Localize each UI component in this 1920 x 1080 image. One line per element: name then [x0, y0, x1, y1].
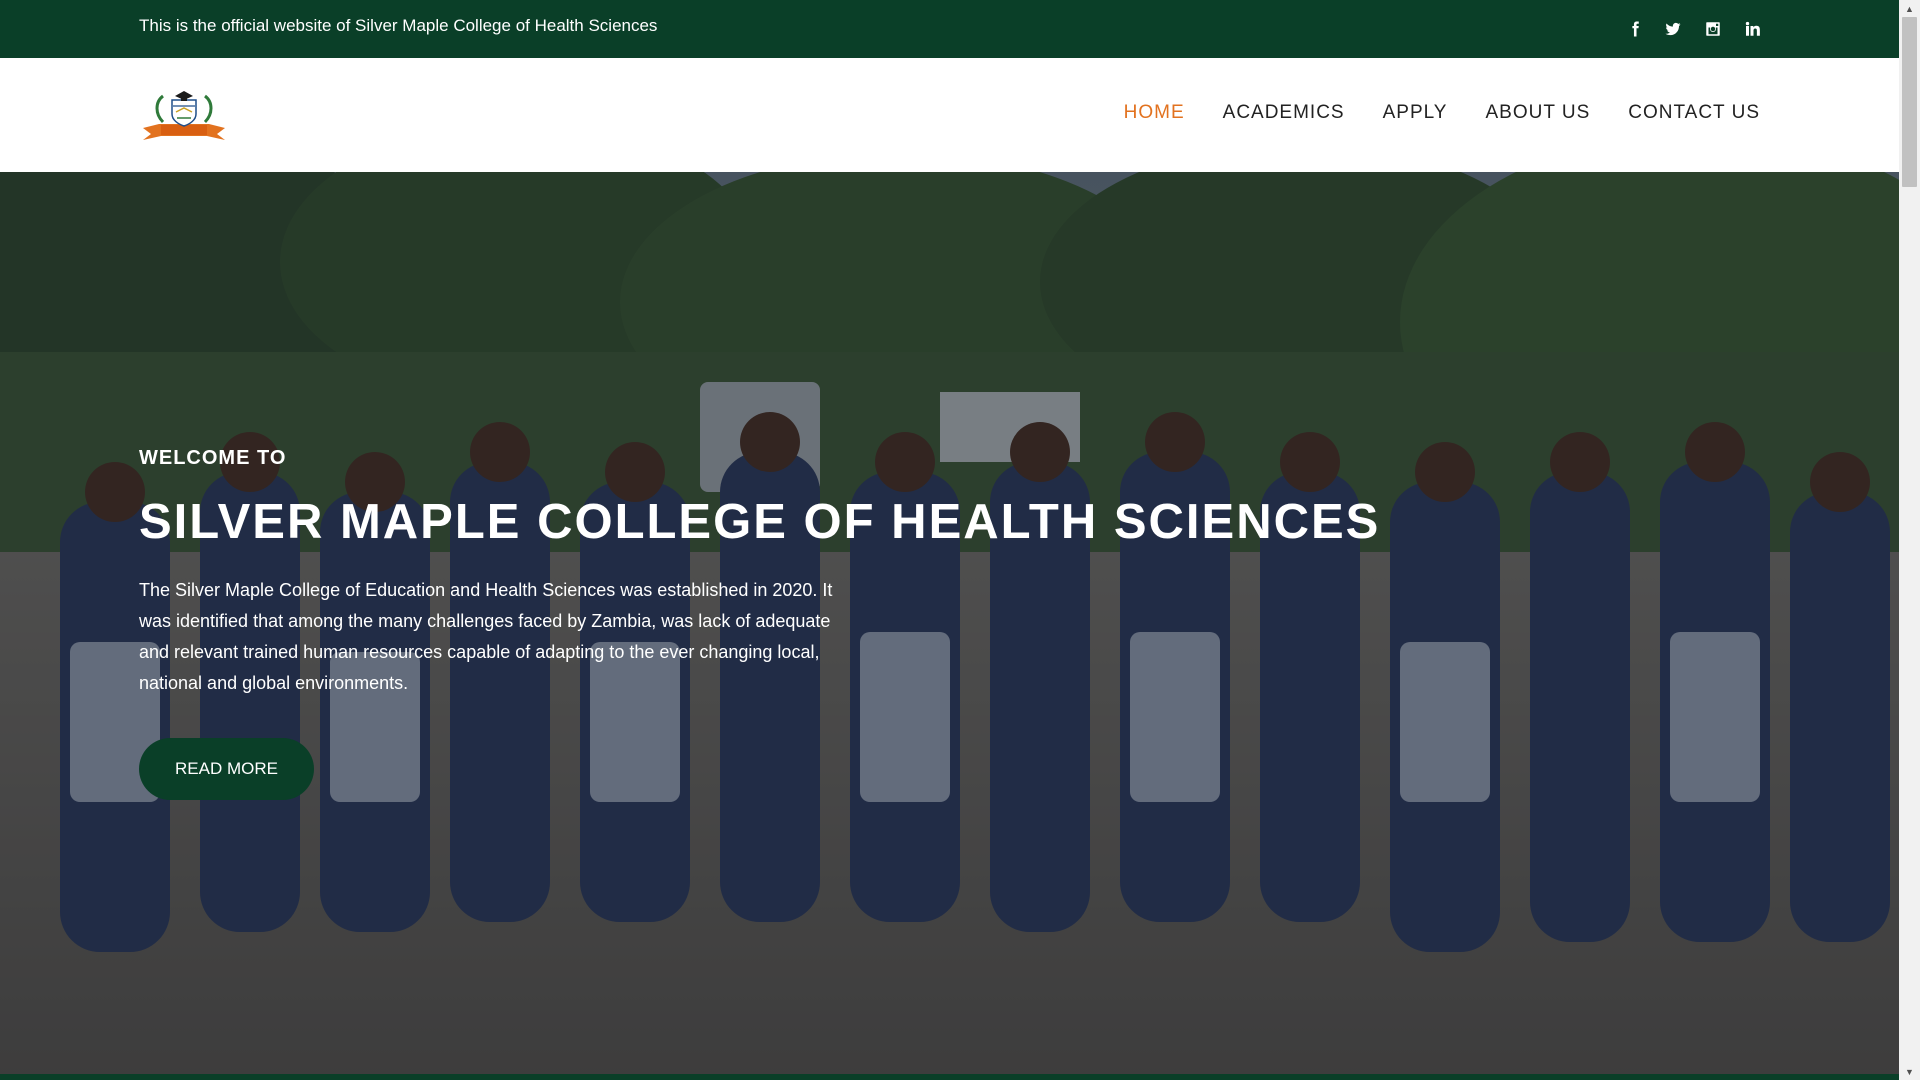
official-site-notice: This is the official website of Silver M… — [139, 16, 658, 35]
nav-apply[interactable]: APPLY — [1383, 102, 1448, 124]
nav-home[interactable]: HOME — [1124, 102, 1185, 124]
bottom-strip — [0, 1074, 1899, 1080]
linkedin-icon[interactable] — [1740, 17, 1764, 41]
nav-academics[interactable]: ACADEMICS — [1223, 102, 1345, 124]
top-bar: This is the official website of Silver M… — [0, 0, 1899, 58]
nav-about-us[interactable]: ABOUT US — [1485, 102, 1590, 124]
main-header: HOME ACADEMICS APPLY ABOUT US CONTACT US — [0, 58, 1899, 172]
hero-description: The Silver Maple College of Education an… — [139, 580, 833, 693]
read-more-button[interactable]: READ MORE — [139, 738, 314, 800]
scrollbar-thumb[interactable] — [1902, 17, 1917, 187]
facebook-icon[interactable] — [1623, 17, 1647, 41]
scroll-up-arrow-icon[interactable]: ▲ — [1899, 0, 1920, 17]
main-navigation: HOME ACADEMICS APPLY ABOUT US CONTACT US — [1124, 102, 1760, 124]
hero-welcome-label: WELCOME TO — [139, 447, 287, 469]
scroll-down-arrow-icon[interactable]: ▼ — [1899, 1063, 1920, 1080]
instagram-icon[interactable] — [1701, 17, 1725, 41]
twitter-icon[interactable] — [1661, 17, 1685, 41]
hero-title: SILVER MAPLE COLLEGE OF HEALTH SCIENCES — [139, 495, 1381, 549]
hero-banner: WELCOME TO SILVER MAPLE COLLEGE OF HEALT… — [0, 172, 1899, 1076]
college-logo[interactable] — [139, 88, 229, 144]
page-scrollbar[interactable]: ▲ ▼ — [1899, 0, 1920, 1080]
nav-contact-us[interactable]: CONTACT US — [1628, 102, 1760, 124]
